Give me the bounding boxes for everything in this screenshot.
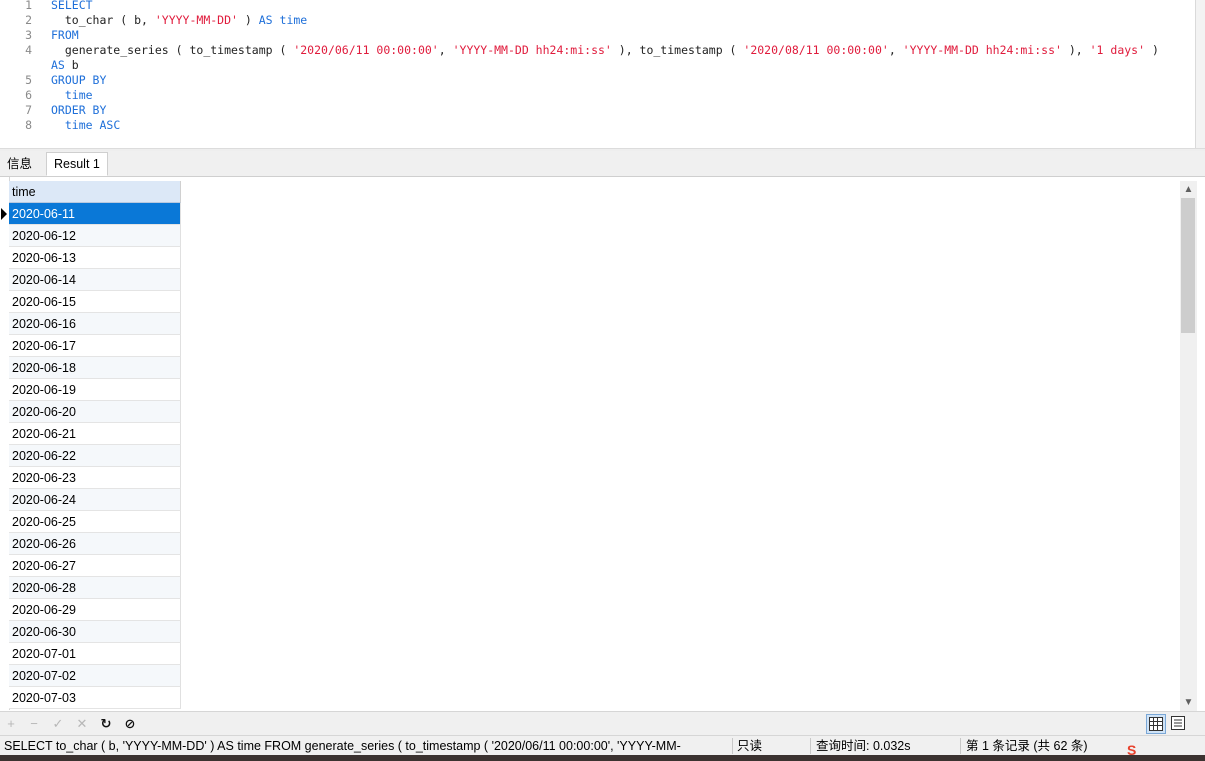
table-row[interactable]: 2020-06-22 — [9, 445, 181, 467]
grid-view-icon[interactable] — [1146, 714, 1166, 734]
column-header-time[interactable]: time — [9, 181, 181, 203]
plus-icon[interactable]: + — [2, 715, 20, 733]
line-number: 7 — [25, 103, 32, 117]
sql-string: '2020/08/11 00:00:00' — [743, 43, 889, 57]
table-row[interactable]: 2020-06-29 — [9, 599, 181, 621]
ime-logo-icon[interactable]: S — [1127, 742, 1155, 761]
line-number: 2 — [25, 13, 32, 27]
editor-scroll-edge — [1195, 0, 1205, 148]
table-row[interactable]: 2020-06-23 — [9, 467, 181, 489]
sql-keyword: ORDER BY — [51, 103, 107, 117]
sql-keyword: FROM — [51, 28, 79, 42]
sql-keyword: SELECT — [51, 0, 93, 12]
refresh-icon[interactable]: ↻ — [97, 715, 115, 733]
line-number: 8 — [25, 118, 32, 132]
status-divider — [810, 738, 811, 754]
table-row[interactable]: 2020-06-13 — [9, 247, 181, 269]
table-row[interactable]: 2020-06-17 — [9, 335, 181, 357]
current-row-arrow-icon — [1, 208, 7, 220]
code-text: to_char ( b, 'YYYY-MM-DD' ) AS time — [51, 13, 307, 28]
sql-string: '2020/06/11 00:00:00' — [293, 43, 439, 57]
table-row[interactable]: 2020-06-15 — [9, 291, 181, 313]
sql-text: ) — [1145, 43, 1159, 57]
sql-keyword: GROUP BY — [51, 73, 107, 87]
table-row[interactable]: 2020-06-11 — [9, 203, 181, 225]
status-bar: SELECT to_char ( b, 'YYYY-MM-DD' ) AS ti… — [0, 735, 1205, 756]
code-text: time ASC — [51, 118, 120, 133]
table-row[interactable]: 2020-06-19 — [9, 379, 181, 401]
table-row[interactable]: 2020-06-20 — [9, 401, 181, 423]
status-divider — [732, 738, 733, 754]
table-row[interactable]: 2020-07-03 — [9, 687, 181, 709]
sql-keyword: AS — [51, 58, 65, 72]
scroll-thumb[interactable] — [1181, 198, 1195, 333]
table-row[interactable]: 2020-06-16 — [9, 313, 181, 335]
scroll-up-arrow-icon[interactable]: ▲ — [1180, 181, 1197, 198]
status-readonly: 只读 — [737, 739, 763, 753]
code-text: GROUP BY — [51, 73, 106, 88]
table-row[interactable]: 2020-07-02 — [9, 665, 181, 687]
status-record-info: 第 1 条记录 (共 62 条) — [966, 739, 1088, 753]
code-text: AS b — [51, 58, 79, 73]
sql-editor[interactable]: 1 SELECT 2 to_char ( b, 'YYYY-MM-DD' ) AS … — [0, 0, 1195, 148]
line-number: 3 — [25, 28, 32, 42]
minus-icon[interactable]: − — [25, 715, 43, 733]
line-number: 4 — [25, 43, 32, 57]
line-number: 5 — [25, 73, 32, 87]
sql-keyword: AS — [258, 13, 273, 27]
status-divider — [960, 738, 961, 754]
table-row[interactable]: 2020-06-25 — [9, 511, 181, 533]
sql-string: 'YYYY-MM-DD' — [154, 13, 238, 27]
x-icon[interactable]: ✕ — [73, 715, 91, 733]
stop-icon[interactable]: ⊘ — [121, 715, 139, 733]
code-text: time — [51, 88, 93, 103]
code-text: SELECT — [51, 0, 93, 13]
desktop-taskbar-edge — [0, 755, 1205, 761]
grid-vertical-scrollbar[interactable]: ▲ ▼ — [1180, 181, 1197, 711]
sql-keyword: time — [64, 88, 93, 102]
code-text: FROM — [51, 28, 79, 43]
table-row[interactable]: 2020-06-28 — [9, 577, 181, 599]
table-row[interactable]: 2020-06-24 — [9, 489, 181, 511]
check-icon[interactable]: ✓ — [49, 715, 67, 733]
sql-keyword: time — [279, 13, 308, 27]
sql-keyword: time ASC — [64, 118, 121, 132]
sql-text: ), to_timestamp ( — [611, 43, 744, 57]
status-query-text: SELECT to_char ( b, 'YYYY-MM-DD' ) AS ti… — [4, 739, 681, 753]
sql-text: , — [438, 43, 453, 57]
code-text: generate_series ( to_timestamp ( '2020/0… — [51, 43, 1159, 58]
table-row[interactable]: 2020-06-27 — [9, 555, 181, 577]
table-row[interactable]: 2020-06-18 — [9, 357, 181, 379]
table-row[interactable]: 2020-06-21 — [9, 423, 181, 445]
sql-text: ), — [1061, 43, 1090, 57]
sql-text: to_char ( b, — [51, 13, 155, 27]
result-grid[interactable]: time 2020-06-11 2020-06-12 2020-06-13 2020-… — [0, 177, 1180, 710]
sql-string: '1 days' — [1089, 43, 1146, 57]
sql-string: 'YYYY-MM-DD hh24:mi:ss' — [452, 43, 612, 57]
result-tabbar: 信息 Result 1 — [0, 151, 1205, 177]
grid-rows: 2020-06-11 2020-06-12 2020-06-13 2020-06-14… — [9, 203, 181, 709]
form-view-icon[interactable] — [1169, 714, 1189, 734]
sql-text: b — [64, 58, 79, 72]
line-number: 6 — [25, 88, 32, 102]
table-row[interactable]: 2020-06-14 — [9, 269, 181, 291]
table-row[interactable]: 2020-06-12 — [9, 225, 181, 247]
sql-string: 'YYYY-MM-DD hh24:mi:ss' — [902, 43, 1062, 57]
sql-text: , — [888, 43, 903, 57]
sql-text: generate_series ( to_timestamp ( — [51, 43, 294, 57]
scroll-down-arrow-icon[interactable]: ▼ — [1180, 694, 1197, 711]
code-text: ORDER BY — [51, 103, 106, 118]
grid-toolbar: + − ✓ ✕ ↻ ⊘ — [0, 711, 1205, 736]
table-row[interactable]: 2020-06-30 — [9, 621, 181, 643]
sql-text: ) — [237, 13, 259, 27]
table-row[interactable]: 2020-07-01 — [9, 643, 181, 665]
status-query-time: 查询时间: 0.032s — [816, 739, 911, 753]
table-row[interactable]: 2020-06-26 — [9, 533, 181, 555]
tab-result-1[interactable]: Result 1 — [46, 152, 108, 176]
tab-info[interactable]: 信息 — [0, 153, 39, 175]
line-number: 1 — [25, 0, 32, 12]
